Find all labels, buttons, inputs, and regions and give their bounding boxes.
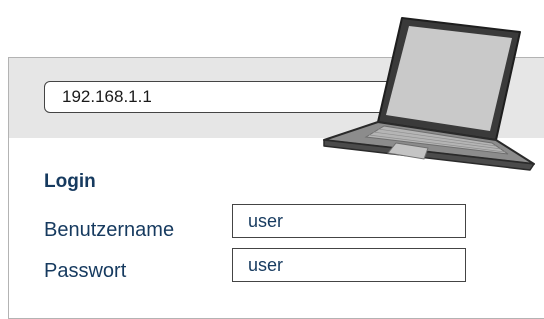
username-value: user: [248, 211, 284, 231]
username-field[interactable]: user: [232, 204, 466, 238]
laptop-icon: [323, 17, 535, 171]
password-field[interactable]: user: [232, 248, 466, 282]
password-value: user: [248, 255, 284, 275]
password-label: Passwort: [44, 260, 127, 282]
login-title: Login: [44, 171, 96, 192]
username-label: Benutzername: [44, 219, 175, 241]
